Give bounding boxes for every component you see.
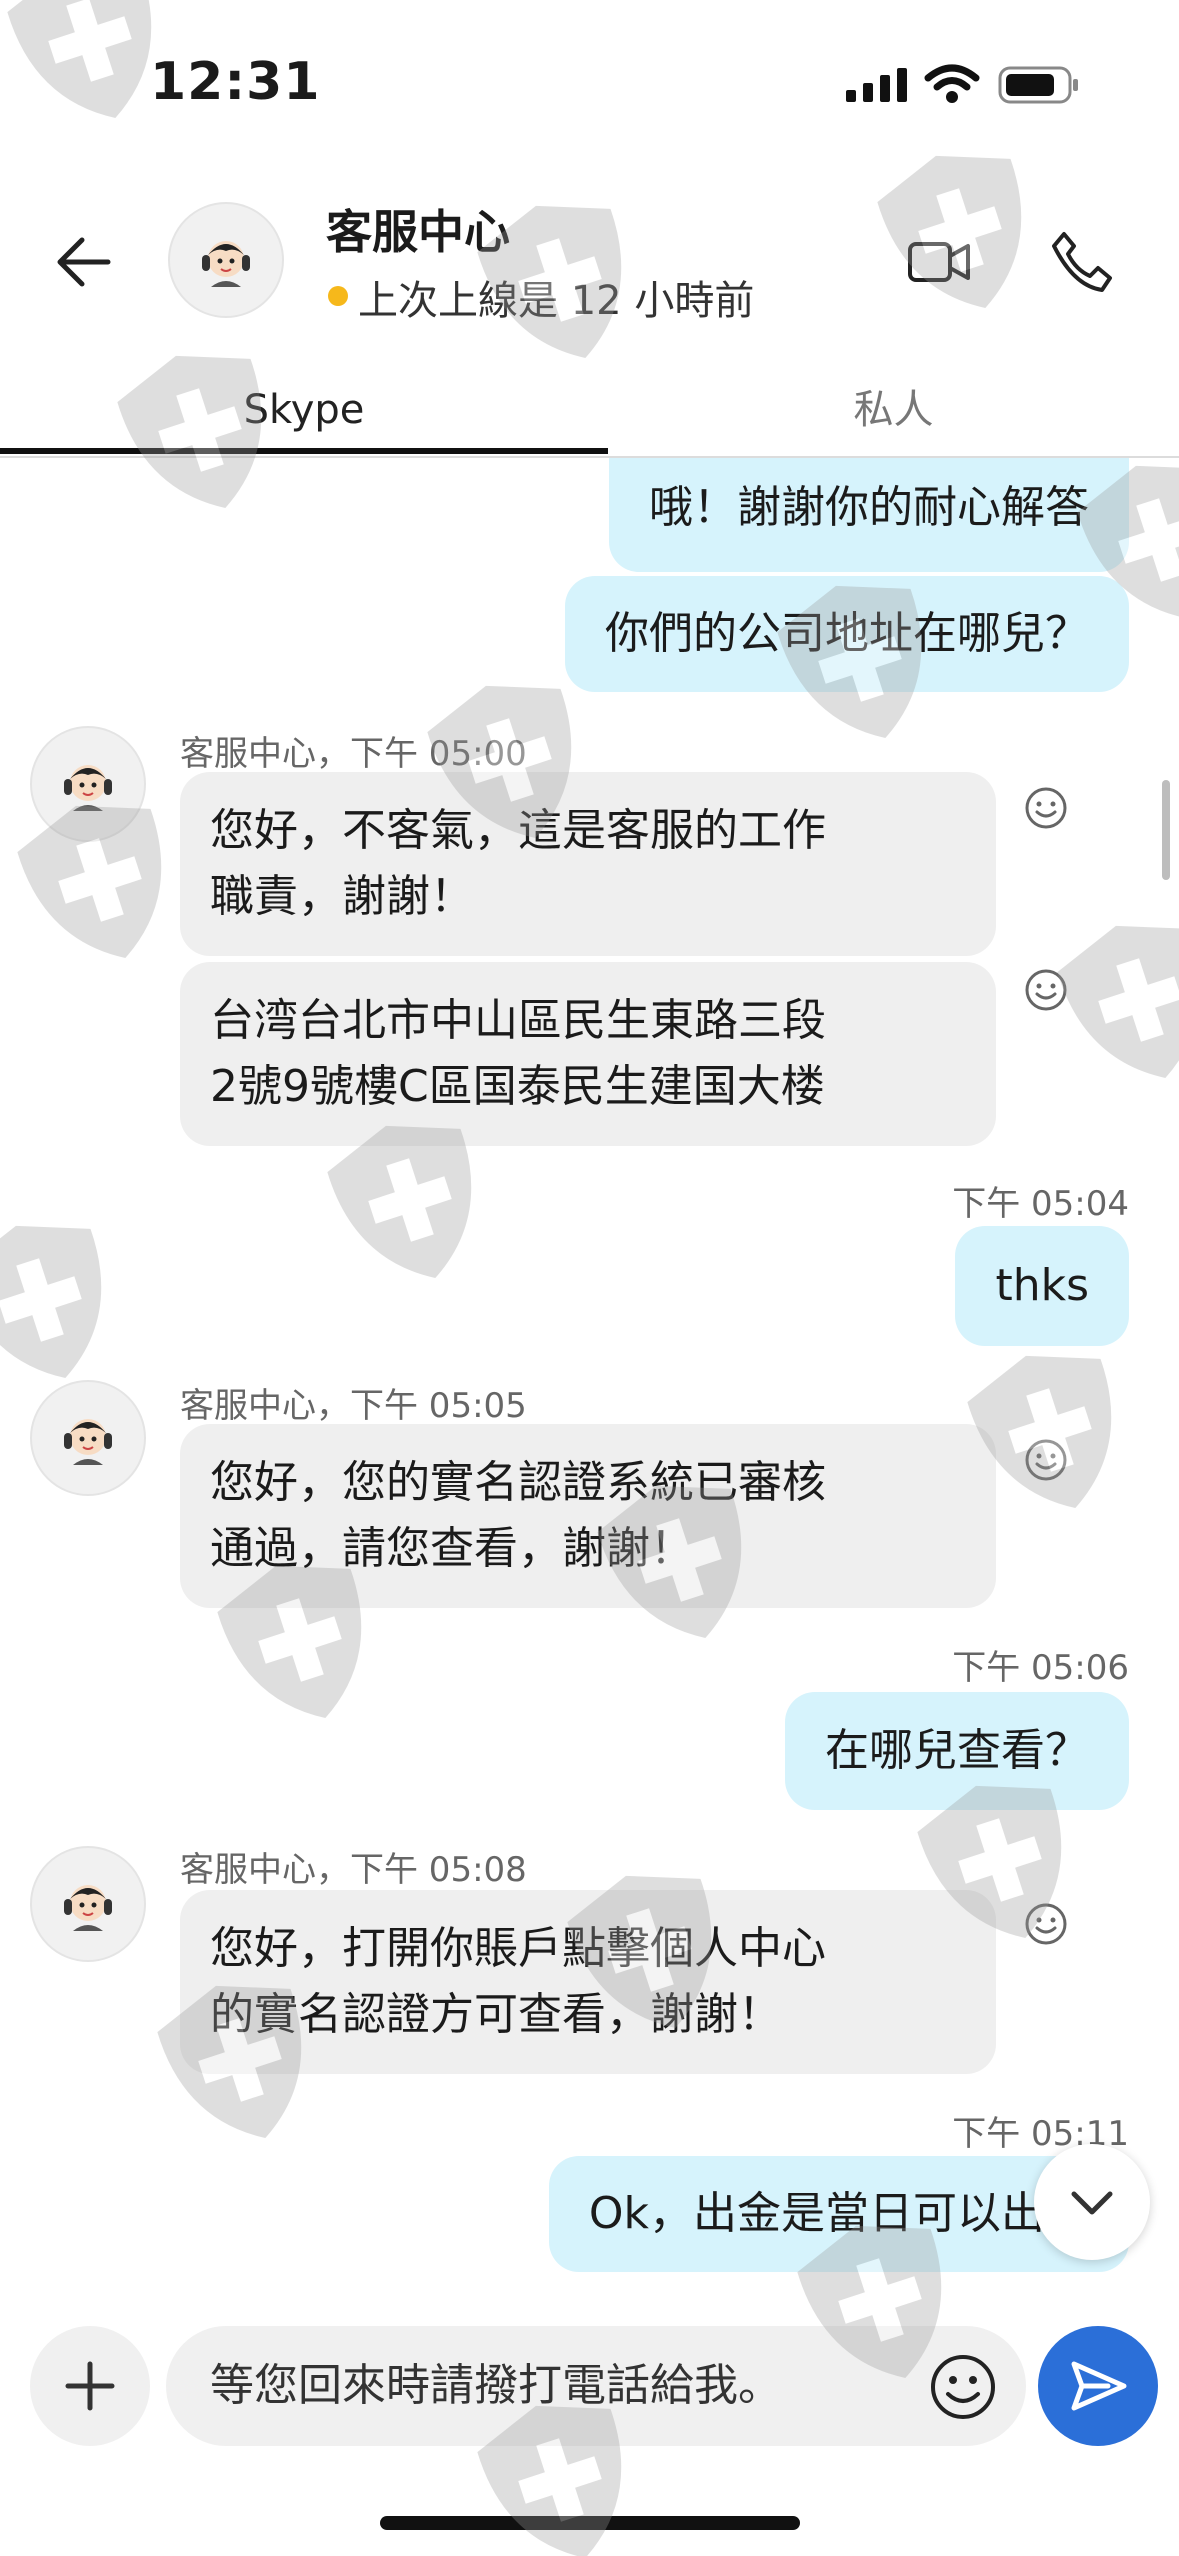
message-time: 下午 05:08 bbox=[350, 1850, 527, 1890]
emoji-icon[interactable] bbox=[928, 2352, 998, 2422]
agent-headset-icon bbox=[64, 1885, 112, 1931]
incoming-message[interactable]: 台湾台北市中山區民生東路三段 2號9號樓C區国泰民生建国大楼 bbox=[180, 962, 996, 1146]
sender-avatar[interactable] bbox=[30, 1846, 146, 1962]
sender-name: 客服中心 bbox=[180, 1850, 316, 1890]
message-line: 台湾台北市中山區民生東路三段 bbox=[210, 995, 826, 1046]
sender-name: 客服中心 bbox=[180, 1386, 316, 1426]
back-arrow-icon[interactable] bbox=[48, 226, 120, 298]
outgoing-message[interactable]: 你們的公司地址在哪兒？ bbox=[565, 576, 1129, 692]
outgoing-message[interactable]: 哦！謝謝你的耐心解答 bbox=[609, 458, 1129, 572]
wifi-icon bbox=[924, 64, 980, 103]
battery-icon bbox=[998, 66, 1078, 104]
send-icon bbox=[1071, 2361, 1127, 2411]
cellular-signal-icon bbox=[846, 68, 907, 102]
contact-name: 客服中心 bbox=[326, 205, 510, 259]
home-indicator bbox=[380, 2516, 800, 2530]
sender-avatar[interactable] bbox=[30, 726, 146, 842]
message-line: 通過，請您查看，謝謝！ bbox=[210, 1523, 694, 1574]
smiley-react-icon[interactable] bbox=[1024, 968, 1068, 1012]
scroll-to-bottom-button[interactable] bbox=[1034, 2144, 1150, 2260]
message-line: 您好，打開你賬戶點擊個人中心 bbox=[210, 1923, 826, 1974]
tab-skype[interactable]: Skype bbox=[0, 380, 608, 440]
message-line: 您好，不客氣，這是客服的工作 bbox=[210, 805, 826, 856]
message-time: 下午 05:05 bbox=[350, 1386, 527, 1426]
sender-name: 客服中心 bbox=[180, 734, 316, 774]
message-input[interactable]: 等您回來時請撥打電話給我。 bbox=[166, 2326, 1026, 2446]
incoming-message[interactable]: 您好，不客氣，這是客服的工作 職責，謝謝！ bbox=[180, 772, 996, 956]
agent-headset-icon bbox=[64, 1419, 112, 1465]
chevron-down-icon bbox=[1071, 2191, 1113, 2215]
shield-cross-watermark-icon bbox=[0, 1204, 132, 1400]
sender-avatar[interactable] bbox=[30, 1380, 146, 1496]
smiley-react-icon[interactable] bbox=[1024, 1902, 1068, 1946]
message-meta: 客服中心，下午 05:00 bbox=[180, 734, 527, 774]
agent-headset-icon bbox=[202, 241, 250, 287]
phone-icon[interactable] bbox=[1044, 226, 1116, 298]
message-line: 的實名認證方可查看，謝謝！ bbox=[210, 1989, 782, 2040]
outgoing-message[interactable]: 在哪兒查看？ bbox=[785, 1692, 1129, 1810]
message-time: 下午 05:04 bbox=[952, 1184, 1129, 1224]
message-line: 您好，您的實名認證系統已審核 bbox=[210, 1457, 826, 1508]
message-line: 2號9號樓C區国泰民生建国大楼 bbox=[210, 1061, 825, 1112]
outgoing-message[interactable]: thks bbox=[955, 1226, 1129, 1346]
incoming-message[interactable]: 您好，您的實名認證系統已審核 通過，請您查看，謝謝！ bbox=[180, 1424, 996, 1608]
last-seen-status: 上次上線是 12 小時前 bbox=[358, 278, 755, 324]
contact-avatar[interactable] bbox=[168, 202, 284, 318]
tab-private[interactable]: 私人 bbox=[608, 380, 1179, 440]
video-call-icon[interactable] bbox=[904, 226, 976, 298]
smiley-react-icon[interactable] bbox=[1024, 786, 1068, 830]
presence-indicator bbox=[328, 286, 348, 306]
add-attachment-button[interactable] bbox=[30, 2326, 150, 2446]
smiley-react-icon[interactable] bbox=[1024, 1438, 1068, 1482]
message-time: 下午 05:00 bbox=[350, 734, 527, 774]
plus-icon bbox=[65, 2361, 115, 2411]
message-line: 職責，謝謝！ bbox=[210, 871, 474, 922]
scrollbar[interactable] bbox=[1162, 780, 1170, 880]
message-meta: 客服中心，下午 05:08 bbox=[180, 1850, 527, 1890]
incoming-message[interactable]: 您好，打開你賬戶點擊個人中心 的實名認證方可查看，謝謝！ bbox=[180, 1890, 996, 2074]
message-meta: 客服中心，下午 05:05 bbox=[180, 1386, 527, 1426]
active-tab-indicator bbox=[0, 448, 608, 454]
agent-headset-icon bbox=[64, 765, 112, 811]
shield-cross-watermark-icon bbox=[1049, 904, 1179, 1100]
message-time: 下午 05:06 bbox=[952, 1648, 1129, 1688]
send-button[interactable] bbox=[1038, 2326, 1158, 2446]
status-time: 12:31 bbox=[150, 52, 321, 112]
